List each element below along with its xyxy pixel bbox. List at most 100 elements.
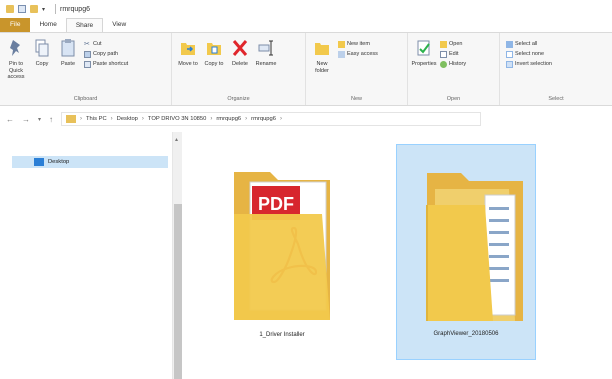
- breadcrumb-folder[interactable]: rmrqupg6: [216, 116, 241, 122]
- breadcrumb-desktop[interactable]: Desktop: [117, 116, 138, 122]
- recent-locations-icon[interactable]: ▾: [38, 116, 41, 123]
- invert-selection-button[interactable]: Invert selection: [506, 59, 552, 69]
- edit-button[interactable]: Edit: [440, 49, 466, 59]
- paste-shortcut-button[interactable]: Paste shortcut: [84, 59, 128, 69]
- move-to-label: Move to: [178, 61, 198, 67]
- new-item-button[interactable]: New item: [338, 39, 378, 49]
- new-folder-icon: [315, 43, 329, 55]
- new-folder-label: New folder: [315, 61, 329, 74]
- tab-file[interactable]: File: [0, 18, 31, 32]
- easy-access-label: Easy access: [347, 51, 378, 57]
- rename-icon: [258, 40, 273, 56]
- copy-to-icon: [207, 43, 221, 55]
- select-all-button[interactable]: Select all: [506, 39, 552, 49]
- new-folder-button[interactable]: New folder: [310, 37, 334, 74]
- copy-path-label: Copy path: [93, 51, 119, 57]
- copy-label: Copy: [35, 61, 49, 67]
- save-icon[interactable]: [18, 5, 26, 13]
- nav-scrollbar[interactable]: ▴: [172, 132, 182, 379]
- scroll-thumb[interactable]: [174, 204, 182, 379]
- delete-button[interactable]: Delete: [228, 37, 252, 68]
- open-label: Open: [449, 41, 463, 47]
- open-group-label: Open: [446, 96, 461, 102]
- breadcrumb-top-drivo[interactable]: TOP DRIVO 3N 10850: [148, 116, 206, 122]
- move-to-button[interactable]: Move to: [176, 37, 200, 68]
- select-small-actions: Select all Select none Invert selection: [506, 39, 552, 69]
- up-arrow-icon[interactable]: ↑: [49, 115, 53, 124]
- move-to-icon: [181, 43, 195, 55]
- chevron-right-icon: ›: [210, 116, 213, 122]
- open-button[interactable]: Open: [440, 39, 466, 49]
- copy-button[interactable]: Copy: [30, 37, 54, 68]
- paste-button[interactable]: Paste: [56, 37, 80, 68]
- rename-label: Rename: [255, 61, 277, 67]
- new-group: New folder New item Easy access New: [306, 33, 408, 105]
- tab-view[interactable]: View: [103, 18, 135, 32]
- cut-label: Cut: [93, 41, 102, 47]
- select-group-label: Select: [548, 96, 564, 102]
- organize-group: Move to Copy to Delete Rename Organize: [172, 33, 306, 105]
- pin-label: Pin to Quick access: [7, 61, 25, 80]
- ribbon: Pin to Quick access Copy Paste ✂ Cut Cop: [0, 32, 612, 106]
- folder-tile-driver-installer[interactable]: PDF 1_Driver Installer: [212, 144, 352, 360]
- clipboard-group: Pin to Quick access Copy Paste ✂ Cut Cop: [0, 33, 172, 105]
- customize-quick-access-icon[interactable]: ▾: [42, 6, 45, 13]
- breadcrumb-this-pc[interactable]: This PC: [86, 116, 107, 122]
- organize-group-label: Organize: [227, 96, 250, 102]
- copy-to-button[interactable]: Copy to: [202, 37, 226, 68]
- open-icon: [440, 40, 447, 48]
- select-group: Select all Select none Invert selection …: [500, 33, 612, 105]
- select-none-icon: [506, 50, 513, 58]
- properties-label: Properties: [411, 61, 437, 67]
- copy-path-button[interactable]: Copy path: [84, 49, 128, 59]
- history-button[interactable]: History: [440, 59, 466, 69]
- chevron-up-icon[interactable]: ▴: [175, 136, 178, 143]
- invert-selection-label: Invert selection: [515, 61, 552, 67]
- address-bar[interactable]: › This PC › Desktop › TOP DRIVO 3N 10850…: [61, 112, 482, 126]
- chevron-right-icon: ›: [279, 116, 282, 122]
- new-small-actions: New item Easy access: [338, 39, 378, 59]
- nav-item-desktop[interactable]: Desktop: [12, 156, 168, 168]
- select-none-button[interactable]: Select none: [506, 49, 552, 59]
- folder-tile-graphviewer[interactable]: GraphViewer_20180506: [396, 144, 536, 360]
- nav-item-label: Desktop: [48, 159, 70, 165]
- pdf-label: PDF: [258, 194, 294, 214]
- chevron-right-icon: ›: [141, 116, 144, 122]
- paste-icon: [61, 39, 75, 57]
- copy-to-label: Copy to: [204, 61, 224, 67]
- open-group: Properties Open Edit History Open: [408, 33, 500, 105]
- forward-arrow-icon[interactable]: →: [22, 115, 30, 124]
- back-arrow-icon[interactable]: ←: [6, 115, 14, 124]
- history-label: History: [449, 61, 467, 67]
- chevron-right-icon: ›: [110, 116, 113, 122]
- file-name-label: GraphViewer_20180506: [433, 331, 499, 337]
- properties-button[interactable]: Properties: [411, 37, 437, 68]
- folder-icon: [6, 5, 14, 13]
- cut-button[interactable]: ✂ Cut: [84, 39, 128, 49]
- paste-label: Paste: [60, 61, 76, 67]
- open-small-actions: Open Edit History: [440, 39, 466, 69]
- new-group-label: New: [350, 96, 362, 102]
- tab-home[interactable]: Home: [30, 18, 65, 32]
- folder-icon: [66, 115, 77, 123]
- title-bar: ▾ rmrqupg6: [0, 0, 612, 18]
- easy-access-button[interactable]: Easy access: [338, 49, 378, 59]
- new-folder-icon[interactable]: [30, 5, 38, 13]
- edit-icon: [440, 50, 447, 58]
- navigation-pane: Desktop: [0, 132, 172, 379]
- easy-access-icon: [338, 50, 345, 58]
- ribbon-tabs: File Home Share View: [0, 18, 612, 32]
- paste-shortcut-label: Paste shortcut: [93, 61, 129, 67]
- desktop-icon: [34, 158, 44, 166]
- select-all-icon: [506, 40, 513, 48]
- invert-selection-icon: [506, 60, 513, 68]
- title-divider: [55, 4, 57, 14]
- clipboard-group-label: Clipboard: [73, 96, 98, 102]
- clipboard-small-actions: ✂ Cut Copy path Paste shortcut: [84, 39, 128, 69]
- delete-label: Delete: [232, 61, 248, 67]
- breadcrumb-current-folder[interactable]: rmrqupg6: [251, 116, 276, 122]
- file-list: PDF 1_Driver Installer GraphViewer_20180…: [182, 132, 612, 379]
- tab-share[interactable]: Share: [65, 18, 104, 32]
- rename-button[interactable]: Rename: [254, 37, 278, 68]
- pin-quick-access-button[interactable]: Pin to Quick access: [4, 37, 28, 81]
